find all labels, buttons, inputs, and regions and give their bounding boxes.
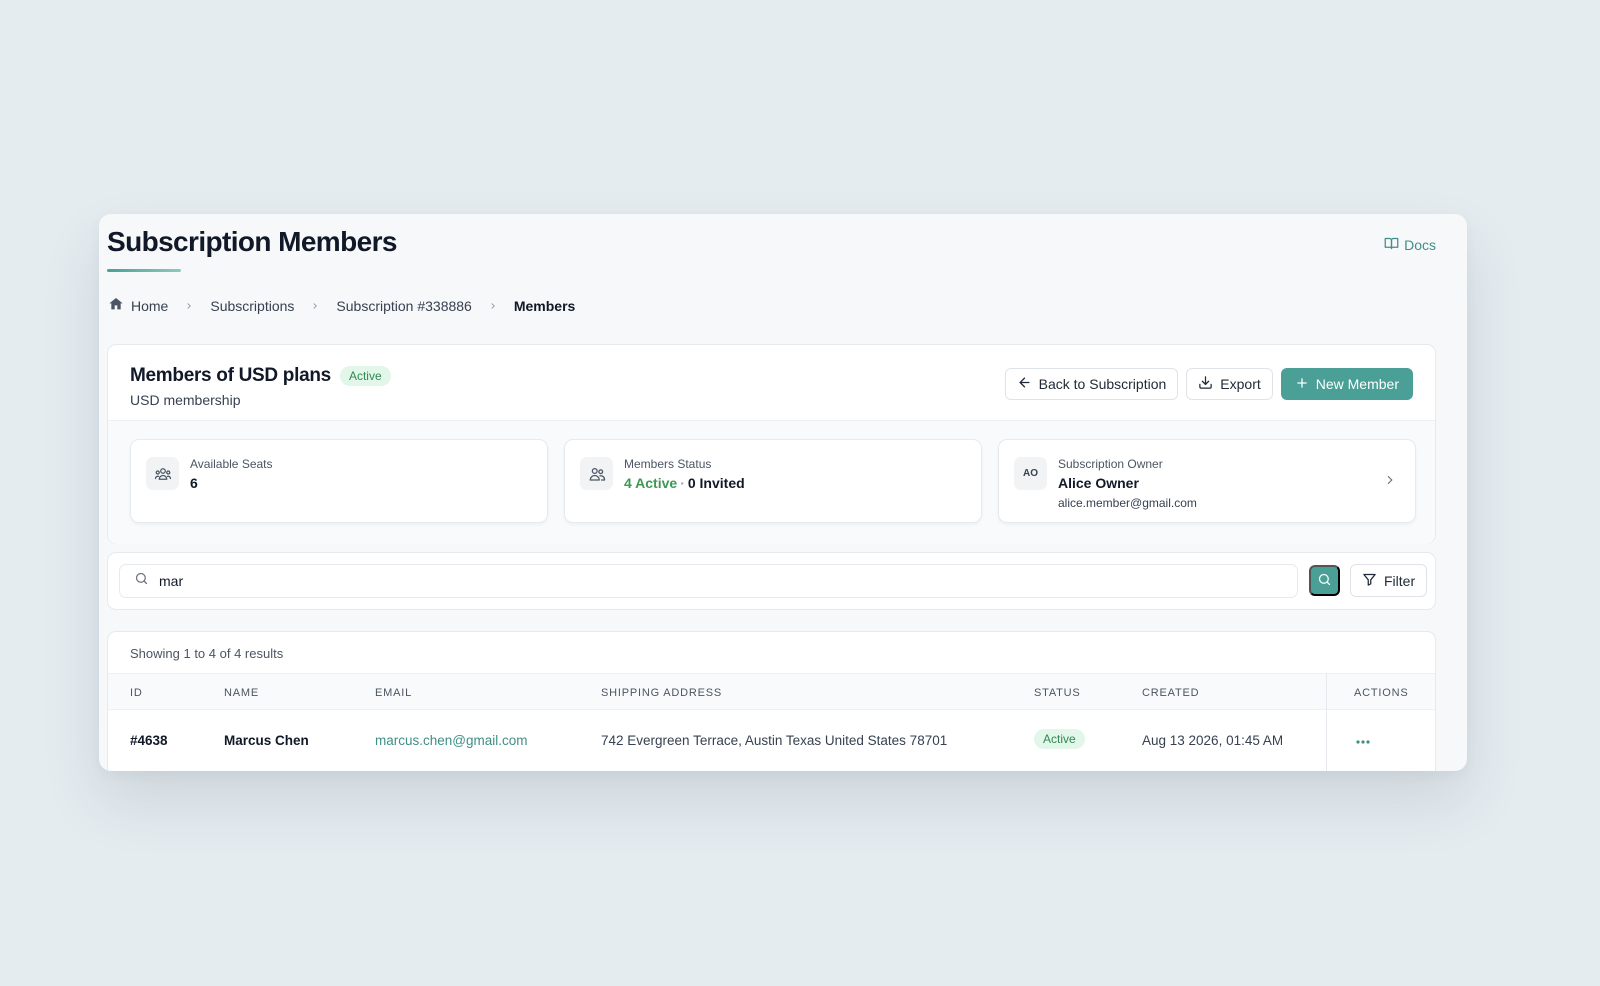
filter-button[interactable]: Filter	[1350, 564, 1428, 597]
available-seats-label: Available Seats	[190, 457, 273, 471]
app-window: Subscription Members Docs Home Subscript…	[99, 214, 1467, 771]
column-header-id[interactable]: ID	[130, 687, 143, 699]
title-underline	[107, 269, 181, 272]
new-member-button[interactable]: New Member	[1280, 368, 1413, 400]
owner-label: Subscription Owner	[1058, 457, 1163, 471]
cell-shipping-address: 742 Evergreen Terrace, Austin Texas Unit…	[601, 733, 948, 748]
subscription-owner-card[interactable]: AO Subscription Owner Alice Owner alice.…	[998, 439, 1416, 523]
search-icon	[1317, 572, 1332, 590]
users-icon	[580, 457, 613, 490]
search-input[interactable]	[159, 573, 1259, 589]
owner-email: alice.member@gmail.com	[1058, 496, 1197, 510]
column-header-status[interactable]: Status	[1034, 687, 1081, 699]
plan-header: Members of USD plans Active USD membersh…	[108, 345, 1435, 421]
breadcrumb-subscription[interactable]: Subscription #338886	[336, 298, 471, 314]
status-badge: Active	[1034, 729, 1085, 749]
table-row[interactable]: #4638 Marcus Chen marcus.chen@gmail.com …	[108, 710, 1435, 771]
plan-subtitle: USD membership	[130, 392, 241, 408]
back-to-subscription-button[interactable]: Back to Subscription	[1004, 368, 1179, 400]
column-header-created[interactable]: Created	[1142, 687, 1199, 699]
arrow-left-icon	[1017, 375, 1032, 393]
docs-label: Docs	[1404, 237, 1436, 253]
cell-id: #4638	[130, 733, 168, 748]
docs-link[interactable]: Docs	[1384, 236, 1436, 254]
invited-count: 0 Invited	[687, 475, 745, 491]
table-header: ID Name Email Shipping Address Status Cr…	[108, 673, 1435, 710]
chevron-right-icon	[310, 301, 320, 311]
chevron-right-icon	[1383, 473, 1397, 492]
active-count: 4 Active	[624, 475, 678, 491]
stats-row: Available Seats 6 Members Status 4 Activ…	[108, 421, 1435, 544]
column-header-shipping-address[interactable]: Shipping Address	[601, 687, 722, 699]
page-title: Subscription Members	[107, 226, 397, 257]
users-group-icon	[146, 457, 179, 490]
breadcrumb: Home Subscriptions Subscription #338886 …	[108, 296, 575, 315]
more-horizontal-icon	[1355, 733, 1371, 748]
status-badge: Active	[339, 366, 391, 386]
members-status-label: Members Status	[624, 457, 712, 471]
results-summary: Showing 1 to 4 of 4 results	[130, 646, 284, 661]
column-header-actions: Actions	[1354, 687, 1409, 699]
owner-avatar: AO	[1014, 457, 1047, 490]
owner-name: Alice Owner	[1058, 475, 1139, 491]
plan-title-row: Members of USD plans Active	[130, 365, 391, 387]
cell-created: Aug 13 2026, 01:45 AM	[1142, 733, 1284, 748]
chevron-right-icon	[488, 301, 498, 311]
cell-status: Active	[1034, 729, 1085, 749]
cell-email-link[interactable]: marcus.chen@gmail.com	[375, 733, 528, 748]
column-header-email[interactable]: Email	[375, 687, 412, 699]
book-icon	[1384, 236, 1399, 254]
separator-dot: ·	[680, 475, 685, 491]
cell-name: Marcus Chen	[224, 733, 309, 748]
breadcrumb-subscriptions[interactable]: Subscriptions	[210, 298, 294, 314]
search-button[interactable]	[1309, 565, 1340, 596]
available-seats-card: Available Seats 6	[130, 439, 548, 523]
plan-name: Members of USD plans	[130, 365, 331, 386]
chevron-right-icon	[184, 301, 194, 311]
filter-icon	[1362, 572, 1377, 590]
download-icon	[1198, 375, 1213, 393]
members-status-card: Members Status 4 Active · 0 Invited	[564, 439, 982, 523]
search-field	[119, 564, 1298, 598]
home-icon	[108, 296, 124, 315]
breadcrumb-current: Members	[513, 297, 576, 314]
row-actions-button[interactable]	[1350, 729, 1376, 751]
column-header-name[interactable]: Name	[224, 687, 259, 699]
members-table-card: Showing 1 to 4 of 4 results ID Name Emai…	[107, 631, 1436, 771]
plus-icon	[1295, 376, 1309, 393]
breadcrumb-home[interactable]: Home	[108, 296, 168, 315]
header-actions: Back to Subscription Export New Member	[1004, 368, 1413, 400]
search-card: Filter	[107, 552, 1436, 610]
members-status-value: 4 Active · 0 Invited	[624, 475, 745, 491]
available-seats-value: 6	[190, 475, 198, 491]
export-button[interactable]: Export	[1186, 368, 1273, 400]
plan-card: Members of USD plans Active USD membersh…	[107, 344, 1436, 544]
search-icon	[134, 571, 149, 591]
